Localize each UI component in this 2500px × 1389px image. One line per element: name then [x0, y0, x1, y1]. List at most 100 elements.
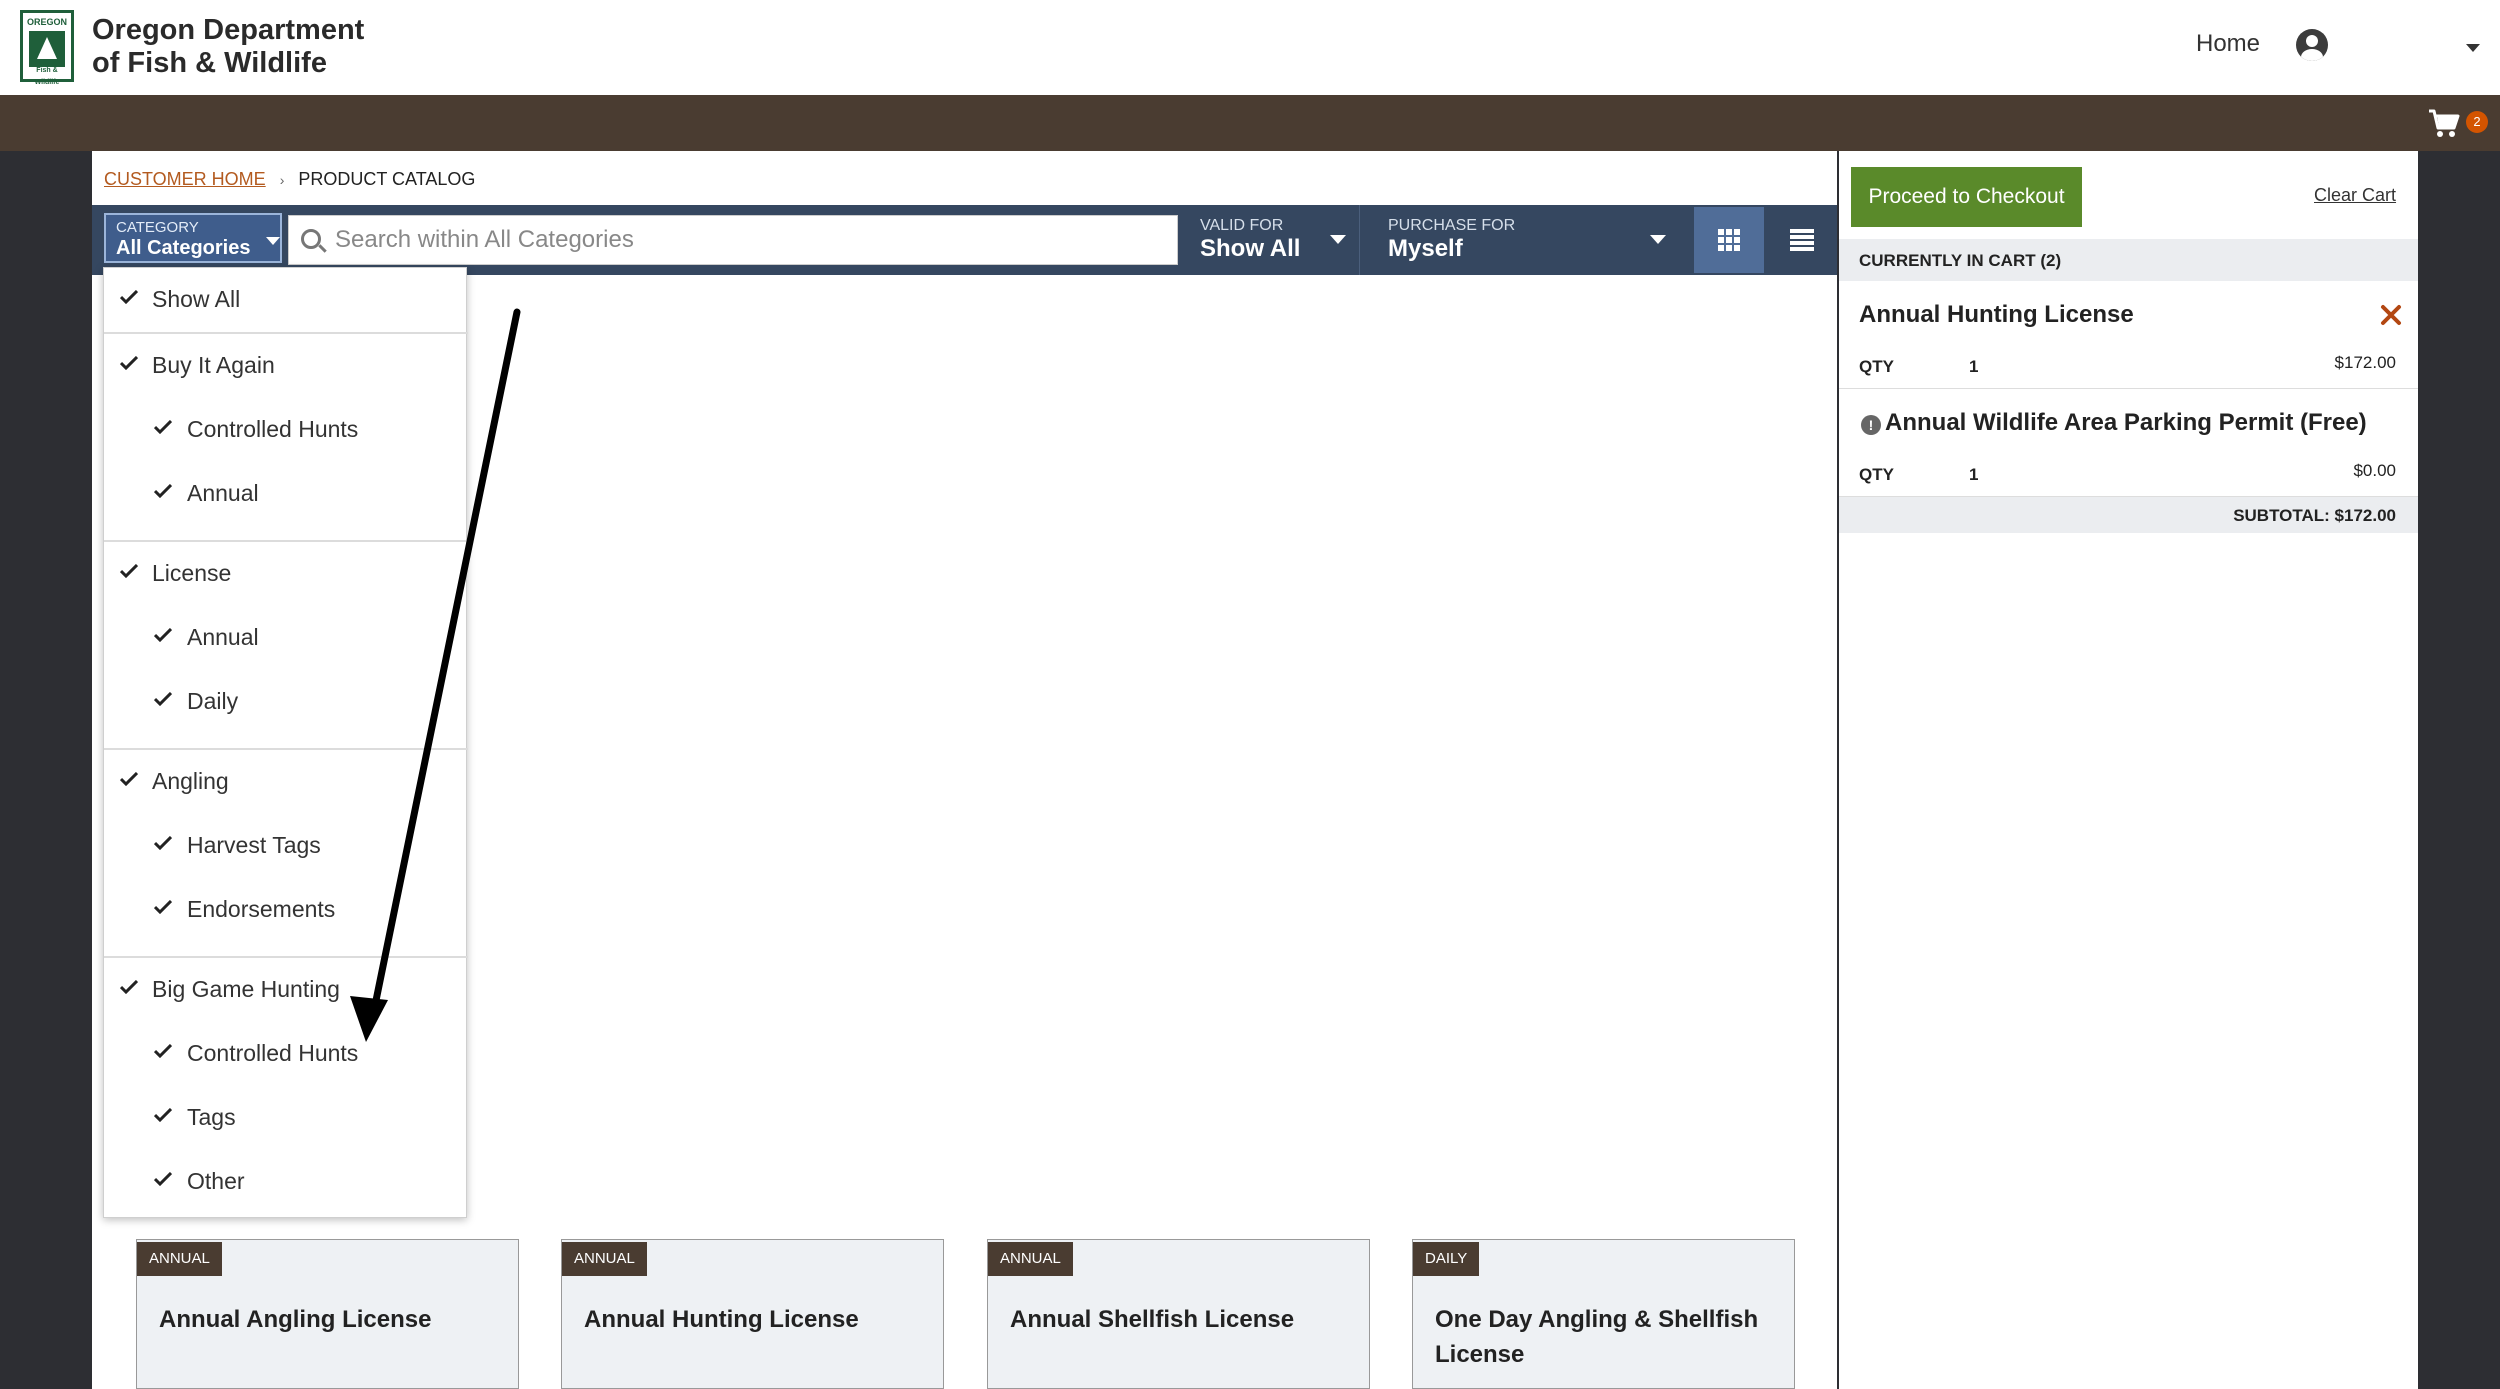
- valid-for-label: VALID FOR: [1200, 217, 1284, 234]
- search-box[interactable]: [288, 215, 1178, 265]
- menu-item-label: License: [152, 560, 232, 586]
- cart-item-qty: 1: [1969, 465, 1979, 484]
- cart-item-price: $172.00: [2334, 353, 2396, 372]
- product-tag: ANNUAL: [562, 1242, 647, 1276]
- check-icon: [154, 900, 172, 914]
- menu-item-label: Daily: [187, 688, 239, 714]
- logo-text-top: OREGON: [26, 17, 67, 27]
- cart-item-qty-label: QTY: [1859, 465, 1894, 484]
- check-icon: [154, 1108, 172, 1122]
- nav-bar: [0, 95, 2500, 151]
- cart-item: Annual Hunting License QTY 1 $172.00: [1839, 281, 2418, 389]
- check-icon: [120, 564, 138, 578]
- menu-item-label: Angling: [152, 768, 229, 794]
- menu-item-label: Controlled Hunts: [187, 416, 359, 442]
- odfw-logo[interactable]: OREGON Fish & Wildlife: [20, 10, 74, 86]
- breadcrumb: CUSTOMER HOME › PRODUCT CATALOG: [104, 169, 475, 190]
- valid-for-value: Show All: [1200, 235, 1301, 262]
- category-dropdown-button[interactable]: CATEGORY All Categories: [104, 213, 282, 263]
- proceed-to-checkout-button[interactable]: Proceed to Checkout: [1851, 167, 2082, 227]
- site-header: OREGON Fish & Wildlife Oregon Department…: [0, 0, 2500, 95]
- product-card[interactable]: ANNUAL Annual Angling License: [136, 1239, 519, 1389]
- cart-item-title: Annual Wildlife Area Parking Permit (Fre…: [1885, 409, 2367, 436]
- valid-for-dropdown[interactable]: VALID FOR Show All: [1180, 205, 1360, 275]
- breadcrumb-customer-home[interactable]: CUSTOMER HOME: [104, 169, 266, 189]
- check-icon: [154, 1172, 172, 1186]
- cart-item-title: Annual Hunting License: [1859, 301, 2134, 328]
- home-link[interactable]: Home: [2196, 30, 2260, 58]
- purchase-for-value: Myself: [1388, 235, 1463, 262]
- product-card[interactable]: DAILY One Day Angling & Shellfish Licens…: [1412, 1239, 1795, 1389]
- annotation-arrow-icon: [350, 308, 521, 1042]
- product-tag: ANNUAL: [988, 1242, 1073, 1276]
- menu-item-label: Harvest Tags: [187, 832, 321, 858]
- list-icon: [1790, 229, 1814, 251]
- menu-item-label: Annual: [187, 480, 259, 506]
- check-icon: [154, 628, 172, 642]
- logo-text-bottom: Fish & Wildlife: [34, 67, 60, 86]
- category-label: CATEGORY: [116, 219, 199, 236]
- menu-item-label: Other: [187, 1168, 245, 1194]
- menu-item-label: Buy It Again: [152, 352, 275, 378]
- product-title[interactable]: Annual Shellfish License: [1010, 1302, 1350, 1337]
- menu-item-label: Endorsements: [187, 896, 336, 922]
- user-account-icon[interactable]: [2296, 29, 2328, 61]
- grid-icon: [1718, 229, 1740, 251]
- product-title[interactable]: Annual Angling License: [159, 1302, 499, 1337]
- menu-item-label: Tags: [187, 1104, 236, 1130]
- cart-item-price: $0.00: [2353, 461, 2396, 480]
- menu-item-label: Annual: [187, 624, 259, 650]
- product-title[interactable]: One Day Angling & Shellfish License: [1435, 1302, 1775, 1372]
- product-card[interactable]: ANNUAL Annual Hunting License: [561, 1239, 944, 1389]
- caret-down-icon: [1650, 235, 1666, 244]
- cart-item: ! Annual Wildlife Area Parking Permit (F…: [1839, 389, 2418, 497]
- grid-view-button[interactable]: [1694, 207, 1764, 273]
- check-icon: [154, 836, 172, 850]
- category-value: All Categories: [116, 237, 251, 259]
- menu-item-label: Show All: [152, 286, 241, 312]
- product-tag: ANNUAL: [137, 1242, 222, 1276]
- check-icon: [154, 420, 172, 434]
- search-icon: [301, 229, 321, 249]
- org-name-line2: of Fish & Wildlife: [92, 47, 327, 79]
- check-icon: [120, 356, 138, 370]
- logo-emblem-icon: [29, 31, 65, 67]
- org-name-line1: Oregon Department: [92, 14, 365, 46]
- cart-item-qty: 1: [1969, 357, 1979, 376]
- cart-count-badge: 2: [2466, 111, 2488, 133]
- list-view-button[interactable]: [1767, 207, 1837, 273]
- purchase-for-label: PURCHASE FOR: [1388, 217, 1516, 234]
- clear-cart-link[interactable]: Clear Cart: [2314, 185, 2396, 206]
- breadcrumb-current: PRODUCT CATALOG: [298, 169, 476, 189]
- search-input[interactable]: [335, 222, 1165, 258]
- user-menu-caret-icon[interactable]: [2466, 44, 2480, 52]
- check-icon: [154, 1044, 172, 1058]
- product-card[interactable]: ANNUAL Annual Shellfish License: [987, 1239, 1370, 1389]
- cart-subtotal-value: SUBTOTAL: $172.00: [2233, 506, 2396, 525]
- cart-icon[interactable]: [2428, 108, 2460, 138]
- check-icon: [120, 772, 138, 786]
- product-tag: DAILY: [1413, 1242, 1480, 1276]
- menu-item-label: Big Game Hunting: [152, 976, 340, 1002]
- cart-subtotal: SUBTOTAL: $172.00: [1839, 497, 2418, 533]
- product-title[interactable]: Annual Hunting License: [584, 1302, 924, 1337]
- info-icon[interactable]: !: [1861, 415, 1881, 435]
- check-icon: [154, 484, 172, 498]
- breadcrumb-separator-icon: ›: [279, 172, 285, 188]
- org-name[interactable]: Oregon Department of Fish & Wildlife: [92, 14, 412, 80]
- cart-panel: Proceed to Checkout Clear Cart CURRENTLY…: [1839, 151, 2418, 1389]
- check-icon: [120, 290, 138, 304]
- check-icon: [154, 692, 172, 706]
- filter-bar: CATEGORY All Categories VALID FOR Show A…: [92, 205, 1837, 275]
- cart-item-qty-label: QTY: [1859, 357, 1894, 376]
- cart-header-label: CURRENTLY IN CART (2): [1859, 251, 2062, 270]
- check-icon: [120, 980, 138, 994]
- caret-down-icon: [1330, 235, 1346, 244]
- menu-item-tags[interactable]: Tags: [104, 1086, 468, 1150]
- cart-header: CURRENTLY IN CART (2): [1839, 239, 2418, 281]
- purchase-for-dropdown[interactable]: PURCHASE FOR Myself: [1368, 205, 1686, 275]
- menu-item-other[interactable]: Other: [104, 1150, 468, 1214]
- caret-down-icon: [266, 237, 280, 245]
- menu-item-label: Controlled Hunts: [187, 1040, 359, 1066]
- remove-item-icon[interactable]: [2379, 303, 2403, 327]
